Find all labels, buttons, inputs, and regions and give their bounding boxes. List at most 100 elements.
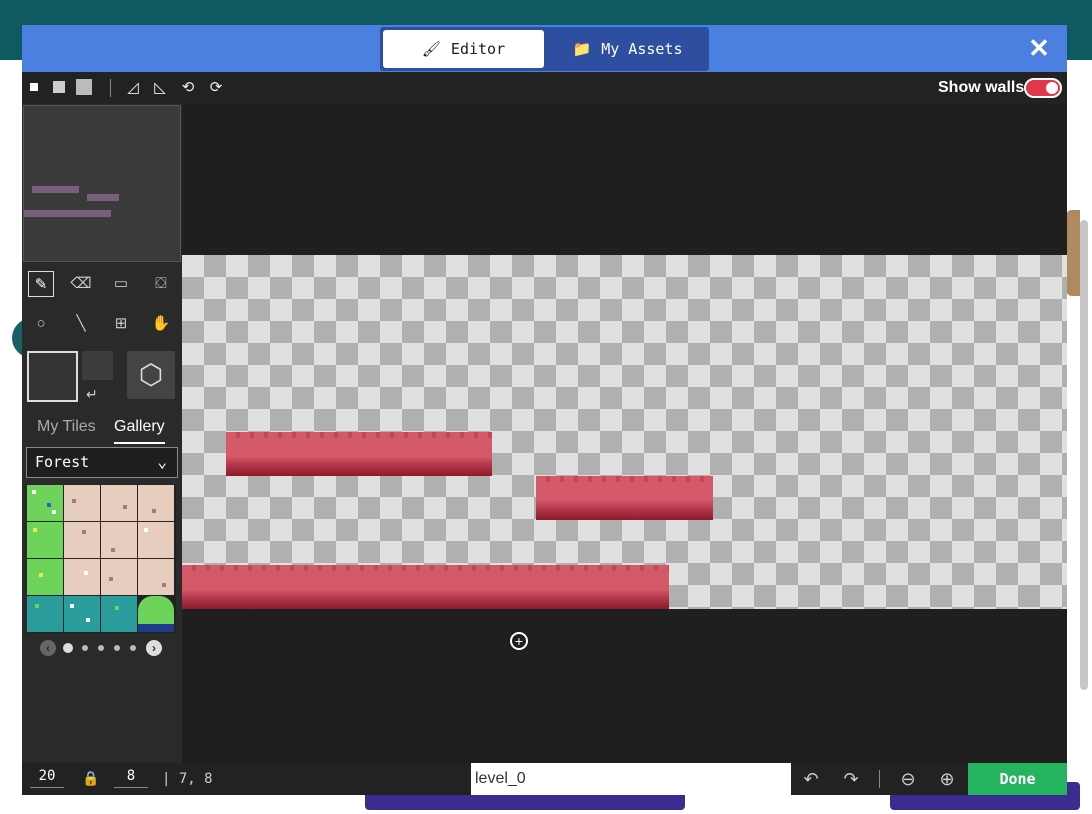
tile-sand[interactable] <box>101 485 137 521</box>
minimap-preview <box>23 105 181 262</box>
tile-grass[interactable] <box>27 522 63 558</box>
background-tab <box>1066 210 1080 296</box>
tile-sand[interactable] <box>138 522 174 558</box>
pager-dot[interactable] <box>130 645 136 651</box>
tile-sand[interactable] <box>64 559 100 595</box>
map-width-field[interactable]: 20 <box>30 768 64 788</box>
tab-my-assets[interactable]: 📁 My Assets <box>550 30 705 68</box>
rotate-left-icon[interactable]: ⟲ <box>178 78 198 98</box>
zoom-in-icon[interactable]: ⊕ <box>937 769 957 789</box>
footer-divider <box>879 770 880 788</box>
zoom-out-icon[interactable]: ⊖ <box>898 769 918 789</box>
tile-speck <box>138 624 174 632</box>
tab-editor[interactable]: 🖌 Editor <box>383 30 544 68</box>
show-walls-label: Show walls <box>938 79 1025 96</box>
tile-speck <box>35 604 39 608</box>
done-button[interactable]: Done <box>968 763 1067 795</box>
lock-icon[interactable]: 🔒 <box>82 770 99 787</box>
editor-footer: 20 🔒 8 | 7, 8 ↶ ↷ ⊖ ⊕ Done <box>22 763 1067 795</box>
preview-wall <box>32 186 79 193</box>
tab-gallery[interactable]: Gallery <box>114 418 165 444</box>
tile-speck <box>115 606 119 610</box>
tile-speck <box>152 509 156 513</box>
tile-sand[interactable] <box>101 559 137 595</box>
line-icon[interactable]: ╲ <box>68 311 94 337</box>
tile-sand[interactable] <box>101 522 137 558</box>
tile-speck <box>111 548 115 552</box>
secondary-tile-swatch[interactable] <box>82 351 113 380</box>
level-name-input[interactable] <box>471 763 791 795</box>
wall-segment <box>182 565 669 609</box>
tile-bush[interactable] <box>138 596 174 632</box>
fill-icon[interactable]: ⛋ <box>148 271 174 297</box>
tile-sand[interactable] <box>138 559 174 595</box>
tab-my-assets-label: My Assets <box>601 40 683 58</box>
tilemap-editor-modal: 🖌 Editor 📁 My Assets ✕ ◿ ◺ ⟲ ⟳ Show wall… <box>22 25 1067 795</box>
editor-tab-group: 🖌 Editor 📁 My Assets <box>380 27 709 71</box>
pager-dot[interactable] <box>98 645 104 651</box>
pager-dot[interactable] <box>82 645 88 651</box>
tilemap-canvas-area[interactable]: + <box>182 104 1067 763</box>
pencil-icon[interactable]: ✎ <box>28 271 54 297</box>
close-icon[interactable]: ✕ <box>1026 35 1052 61</box>
pager-dot[interactable] <box>114 645 120 651</box>
brush-size-small[interactable] <box>30 83 38 91</box>
pager-dot-active[interactable] <box>63 643 73 653</box>
tile-grass-flowers[interactable] <box>27 485 63 521</box>
flip-horizontal-icon[interactable]: ◿ <box>123 78 143 98</box>
tile-speck <box>70 604 74 608</box>
tile-speck <box>82 530 86 534</box>
tilemap-canvas[interactable] <box>182 255 1067 609</box>
pan-icon[interactable]: ✋ <box>148 311 174 337</box>
gallery-category-value: Forest <box>35 453 90 471</box>
tile-speck <box>123 505 127 509</box>
tab-my-tiles[interactable]: My Tiles <box>37 418 96 436</box>
tool-sidebar: ✎ ⌫ ▭ ⛋ ○ ╲ ⊞ ✋ ↵ ⬡ My Tiles Gallery For… <box>22 104 182 763</box>
swap-icon[interactable]: ↵ <box>86 386 98 403</box>
tile-speck <box>47 503 51 507</box>
brush-size-large[interactable] <box>76 79 92 95</box>
flip-vertical-icon[interactable]: ◺ <box>150 78 170 98</box>
marquee-icon[interactable]: ⊞ <box>108 311 134 337</box>
tile-gallery-grid <box>27 485 176 633</box>
rectangle-icon[interactable]: ▭ <box>108 271 134 297</box>
tile-water-grass[interactable] <box>27 596 63 632</box>
folder-icon: 📁 <box>572 40 592 58</box>
tile-sand[interactable] <box>64 485 100 521</box>
tile-speck <box>86 618 90 622</box>
tile-sand[interactable] <box>64 522 100 558</box>
toggle-knob <box>1046 82 1058 94</box>
eraser-icon[interactable]: ⌫ <box>68 271 94 297</box>
tile-water-flowers[interactable] <box>64 596 100 632</box>
preview-wall <box>87 194 119 201</box>
tile-speck <box>52 510 56 514</box>
tile-water-grass[interactable] <box>101 596 137 632</box>
wall-segment <box>226 432 492 476</box>
gallery-category-select[interactable]: Forest ⌄ <box>26 447 178 478</box>
tile-speck <box>109 577 113 581</box>
tile-grass[interactable] <box>27 559 63 595</box>
circle-icon[interactable]: ○ <box>28 311 54 337</box>
tile-cube-icon[interactable]: ⬡ <box>127 351 175 399</box>
tile-speck <box>162 583 166 587</box>
background-scrollbar <box>1080 220 1088 690</box>
show-walls-toggle[interactable] <box>1024 78 1062 98</box>
tile-speck <box>144 528 148 532</box>
cursor-coordinates: | 7, 8 <box>162 771 213 787</box>
tile-speck <box>72 499 76 503</box>
redo-icon[interactable]: ↷ <box>841 769 861 789</box>
tile-speck <box>39 573 43 577</box>
map-height-field[interactable]: 8 <box>114 768 148 788</box>
undo-icon[interactable]: ↶ <box>801 769 821 789</box>
tile-sand[interactable] <box>138 485 174 521</box>
primary-tile-swatch[interactable] <box>27 351 78 402</box>
tile-speck <box>32 490 36 494</box>
tile-speck <box>33 528 37 532</box>
brush-size-medium[interactable] <box>53 81 65 93</box>
tab-editor-label: Editor <box>450 40 506 58</box>
chevron-right-icon[interactable]: › <box>146 640 162 656</box>
toolbar-divider <box>110 79 111 97</box>
rotate-right-icon[interactable]: ⟳ <box>206 78 226 98</box>
chevron-left-icon[interactable]: ‹ <box>40 640 56 656</box>
chevron-down-icon: ⌄ <box>157 452 167 471</box>
